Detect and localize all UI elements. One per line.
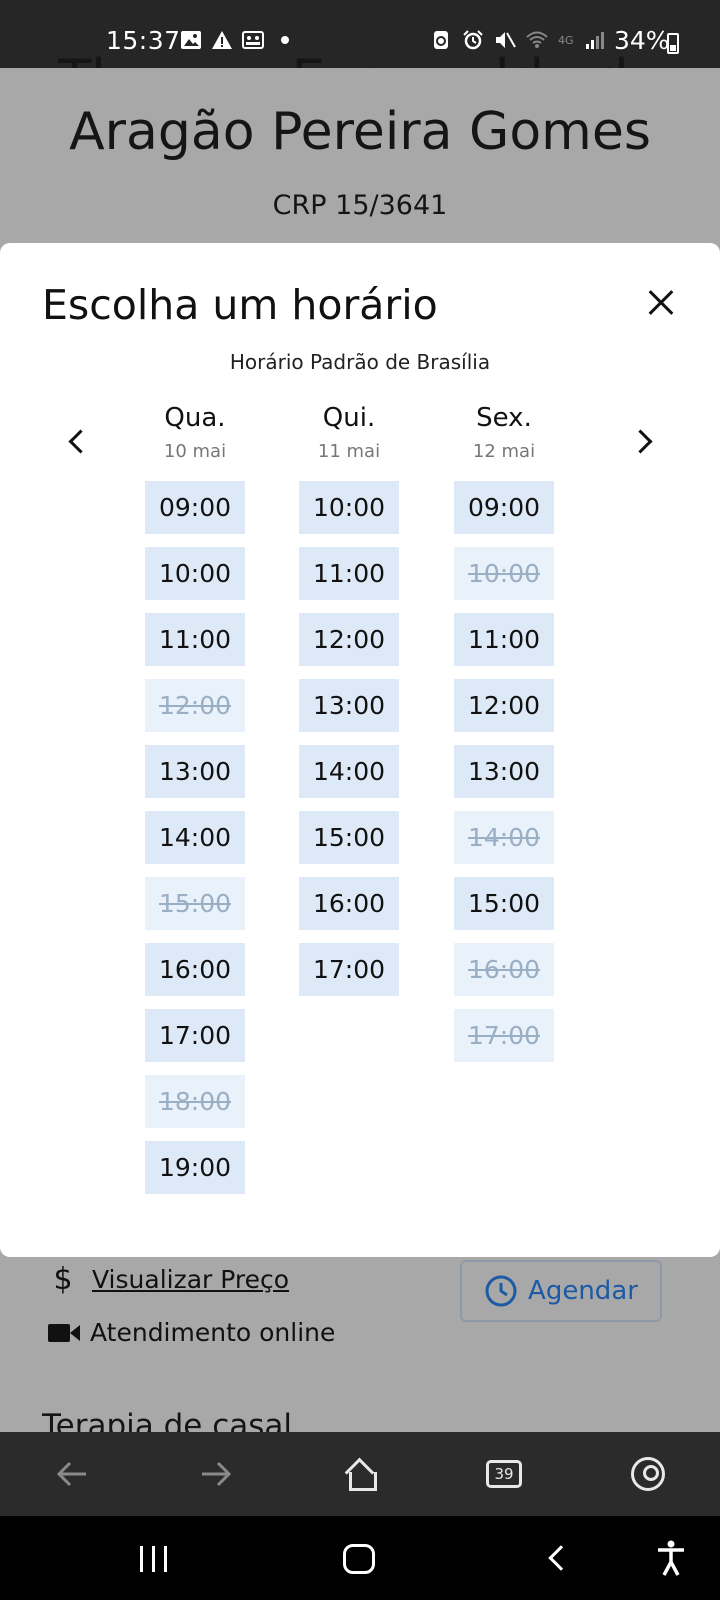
day-name: Qui.: [322, 403, 376, 433]
tabs-icon[interactable]: 39: [482, 1452, 526, 1496]
agendar-label: Agendar: [528, 1276, 638, 1306]
dollar-icon: $: [53, 1262, 73, 1297]
forward-arrow-icon[interactable]: [194, 1452, 238, 1496]
time-slot: 14:00: [454, 811, 554, 864]
view-price-link[interactable]: Visualizar Preço: [92, 1265, 289, 1294]
recent-apps-icon[interactable]: [140, 1546, 167, 1572]
time-slot[interactable]: 16:00: [299, 877, 399, 930]
chevron-right-icon[interactable]: [626, 423, 662, 459]
chevron-left-icon[interactable]: [60, 423, 96, 459]
time-slot: 15:00: [145, 877, 245, 930]
video-camera-icon: [48, 1322, 80, 1344]
time-slot[interactable]: 10:00: [299, 481, 399, 534]
browser-toolbar: 39: [0, 1432, 720, 1516]
back-icon[interactable]: [548, 1545, 574, 1571]
time-slot[interactable]: 12:00: [299, 613, 399, 666]
time-slot[interactable]: 15:00: [299, 811, 399, 864]
home-icon[interactable]: [338, 1452, 382, 1496]
home-button-icon[interactable]: [343, 1544, 375, 1574]
section-heading: Terapia de casal: [42, 1408, 293, 1432]
time-slot[interactable]: 11:00: [299, 547, 399, 600]
day-date: 12 mai: [472, 441, 536, 462]
time-slot[interactable]: 13:00: [299, 679, 399, 732]
close-icon[interactable]: [642, 283, 682, 323]
time-slot[interactable]: 17:00: [299, 943, 399, 996]
schedule-modal: Escolha um horário Horário Padrão de Bra…: [0, 243, 720, 1257]
time-slot[interactable]: 17:00: [145, 1009, 245, 1062]
timezone-label: Horário Padrão de Brasília: [229, 350, 491, 374]
time-slot: 16:00: [454, 943, 554, 996]
time-slot: 18:00: [145, 1075, 245, 1128]
system-nav-bar: [0, 1516, 720, 1600]
time-slot[interactable]: 12:00: [454, 679, 554, 732]
modal-title: Escolha um horário: [42, 281, 438, 329]
time-slot[interactable]: 09:00: [145, 481, 245, 534]
time-slot[interactable]: 14:00: [299, 745, 399, 798]
day-column-thu: Qui. 11 mai 10:00 11:00 12:00 13:00 14:00 15:…: [299, 403, 399, 996]
day-date: 11 mai: [317, 441, 381, 462]
day-name: Qua.: [164, 403, 226, 433]
time-slot[interactable]: 14:00: [145, 811, 245, 864]
time-slot: 17:00: [454, 1009, 554, 1062]
online-row: Atendimento online: [48, 1318, 335, 1347]
tab-count: 39: [486, 1460, 522, 1488]
time-slot[interactable]: 10:00: [145, 547, 245, 600]
time-slot: 12:00: [145, 679, 245, 732]
time-slot[interactable]: 11:00: [454, 613, 554, 666]
back-arrow-icon[interactable]: [50, 1452, 94, 1496]
time-slot[interactable]: 09:00: [454, 481, 554, 534]
time-slot[interactable]: 11:00: [145, 613, 245, 666]
day-column-wed: Qua. 10 mai 09:00 10:00 11:00 12:00 13:00 14:…: [145, 403, 245, 1194]
day-name: Sex.: [476, 403, 532, 433]
time-slot: 10:00: [454, 547, 554, 600]
psychologist-name: Aragão Pereira Gomes: [69, 102, 651, 162]
crp-number: CRP 15/3641: [272, 190, 448, 221]
account-icon[interactable]: [626, 1452, 670, 1496]
time-slot[interactable]: 19:00: [145, 1141, 245, 1194]
price-row: $ Visualizar Preço: [48, 1262, 289, 1297]
agendar-button[interactable]: Agendar: [460, 1260, 662, 1322]
clock-icon: [485, 1275, 517, 1307]
time-slot[interactable]: 16:00: [145, 943, 245, 996]
time-slot[interactable]: 13:00: [454, 745, 554, 798]
day-column-fri: Sex. 12 mai 09:00 10:00 11:00 12:00 13:00 14:…: [454, 403, 554, 1062]
accessibility-icon[interactable]: [656, 1540, 686, 1584]
psychologist-name-partial: Thereza Esmeralda de: [0, 40, 720, 68]
day-date: 10 mai: [163, 441, 227, 462]
time-slot[interactable]: 13:00: [145, 745, 245, 798]
online-label: Atendimento online: [90, 1318, 336, 1347]
time-slot[interactable]: 15:00: [454, 877, 554, 930]
